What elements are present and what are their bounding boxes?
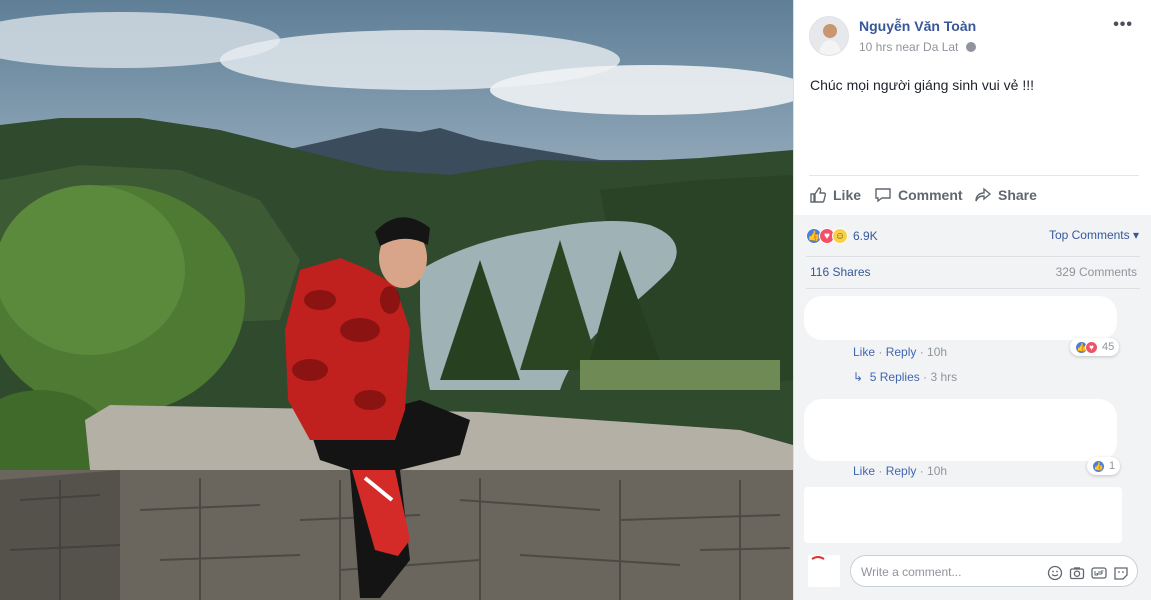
reactions-summary[interactable]: 👍 ♥ ☺ 6.9K [806,227,878,245]
view-replies-link[interactable]: ↳ 5 Replies · 3 hrs [853,370,957,384]
author-name[interactable]: Nguyễn Văn Toàn [859,18,976,34]
comment-reaction-badge[interactable]: 👍 ♥ 45 [1070,338,1120,356]
thumbs-up-icon [810,187,827,203]
comment-reaction-badge[interactable]: 👍 1 [1087,457,1121,475]
more-options-button[interactable]: ••• [1113,16,1133,34]
like-reaction-icon: 👍 [1092,459,1105,473]
comment-bubble-redacted [804,399,1117,461]
comment-button[interactable]: Comment [874,186,963,204]
comment-icon [875,188,891,203]
comment-bubble-redacted [804,296,1117,340]
post-text: Chúc mọi người giáng sinh vui vẻ !!! [810,77,1034,93]
replies-label: 5 Replies [869,370,920,384]
haha-reaction-icon: ☺ [832,228,848,244]
like-label: Like [833,187,862,203]
comments-count[interactable]: 329 Comments [1056,265,1137,279]
comment-actions: Like · Reply · 10h [853,464,948,478]
sticker-icon[interactable] [1113,565,1129,581]
share-label: Share [998,187,1037,203]
camera-icon[interactable] [1069,565,1085,581]
reply-arrow-icon: ↳ [853,370,864,384]
share-arrow-icon [975,187,992,202]
comment-like-link[interactable]: Like [853,345,875,359]
comment-input-placeholder: Write a comment... [861,565,962,579]
top-comments-dropdown[interactable]: Top Comments ▾ [1049,228,1139,242]
post-header: Nguyễn Văn Toàn 10 hrs near Da Lat ••• [809,14,1139,59]
photo-scene [0,0,793,600]
gif-icon[interactable] [1091,565,1107,581]
like-button[interactable]: Like [809,186,861,204]
author-avatar[interactable] [809,16,849,56]
comment-time[interactable]: 10h [927,464,947,478]
replies-time: 3 hrs [930,370,958,384]
divider [806,256,1140,257]
photo-theater: Nguyễn Văn Toàn 10 hrs near Da Lat ••• C… [0,0,1151,600]
comment-reply-link[interactable]: Reply [886,345,917,359]
post-sidebar: Nguyễn Văn Toàn 10 hrs near Da Lat ••• C… [793,0,1151,600]
comment-like-link[interactable]: Like [853,464,875,478]
post-time-location[interactable]: 10 hrs near Da Lat [859,40,958,54]
avatar-image [810,17,848,55]
comment-reply-link[interactable]: Reply [886,464,917,478]
comment-input[interactable]: Write a comment... [850,555,1138,587]
post-meta: 10 hrs near Da Lat [859,40,976,54]
viewer-avatar-image [808,555,840,587]
globe-icon [965,42,976,52]
share-button[interactable]: Share [974,186,1037,204]
comment-bubble-redacted [804,487,1122,543]
comment-label: Comment [898,187,963,203]
viewer-avatar [808,555,840,587]
comment-reaction-count: 1 [1109,460,1116,472]
comment-actions: Like · Reply · 10h [853,345,948,359]
post-actions-bar: Like Comment Share [809,175,1139,215]
love-reaction-icon: ♥ [1085,340,1098,354]
composer-icons [1047,565,1129,581]
post-photo[interactable] [0,0,793,600]
emoji-icon[interactable] [1047,565,1063,581]
comment-reaction-count: 45 [1102,341,1115,353]
comment-composer: Write a comment... [808,552,1140,588]
shares-count[interactable]: 116 Shares [810,265,871,279]
divider [806,288,1140,289]
reaction-count[interactable]: 6.9K [853,229,878,243]
comment-time[interactable]: 10h [927,345,947,359]
